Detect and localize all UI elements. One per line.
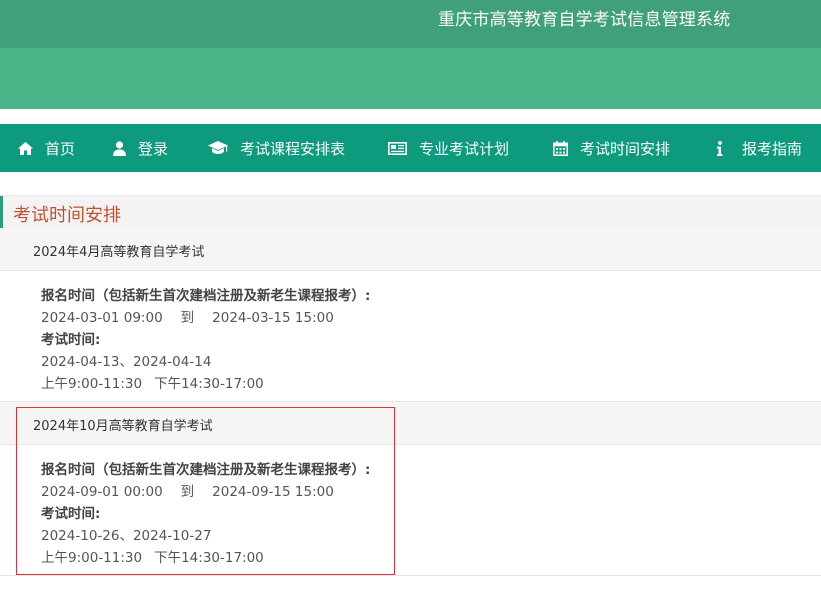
exam-dates: 2024-10-26、2024-10-27	[41, 528, 212, 544]
exam-header: 2024年4月高等教育自学考试	[0, 228, 821, 271]
registration-period: 2024-03-01 09:00 到 2024-03-15 15:00	[41, 306, 334, 326]
registration-label: 报名时间（包括新生首次建档注册及新老生课程报考）:	[41, 288, 371, 304]
site-header: 重庆市高等教育自学考试信息管理系统	[0, 0, 821, 109]
exam-sessions: 上午9:00-11:30 下午14:30-17:00	[41, 546, 264, 566]
nav-item-label: 考试课程安排表	[240, 139, 346, 158]
nav-item-course-schedule[interactable]: 考试课程安排表	[208, 124, 345, 172]
exam-details: 报名时间（包括新生首次建档注册及新老生课程报考）: 2024-09-01 00:…	[0, 445, 821, 576]
nav-item-guide[interactable]: 报考指南	[716, 124, 802, 172]
morning-session: 上午9:00-11:30	[41, 550, 143, 566]
exam-time-section: 考试时间安排 2024年4月高等教育自学考试 报名时间（包括新生首次建档注册及新…	[0, 195, 821, 595]
home-icon	[18, 141, 33, 155]
info-icon	[717, 140, 723, 156]
morning-session: 上午9:00-11:30	[41, 376, 143, 392]
nav-item-major-plan[interactable]: 专业考试计划	[388, 124, 509, 172]
newspaper-icon	[388, 141, 407, 155]
exam-time-label: 考试时间:	[41, 506, 101, 522]
calendar-icon	[553, 140, 568, 156]
graduation-cap-icon	[208, 141, 228, 154]
exam-title: 2024年10月高等教育自学考试	[33, 419, 213, 434]
section-accent-bar	[0, 196, 3, 228]
nav-item-label: 首页	[45, 139, 76, 158]
afternoon-session: 下午14:30-17:00	[154, 550, 264, 566]
registration-start: 2024-03-01 09:00	[41, 310, 163, 326]
to-label: 到	[180, 484, 195, 500]
exam-header: 2024年10月高等教育自学考试	[0, 402, 821, 445]
registration-period: 2024-09-01 00:00 到 2024-09-15 15:00	[41, 480, 334, 500]
section-title: 考试时间安排	[13, 205, 121, 226]
exam-details: 报名时间（包括新生首次建档注册及新老生课程报考）: 2024-03-01 09:…	[0, 271, 821, 402]
registration-label: 报名时间（包括新生首次建档注册及新老生课程报考）:	[41, 462, 371, 478]
afternoon-session: 下午14:30-17:00	[154, 376, 264, 392]
exam-dates: 2024-04-13、2024-04-14	[41, 354, 212, 370]
nav-item-exam-time[interactable]: 考试时间安排	[553, 124, 670, 172]
nav-item-label: 专业考试计划	[419, 139, 510, 158]
nav-item-label: 登录	[138, 139, 169, 158]
main-nav: 首页 登录 考试课程安排表 专业考试计划 考试时间安排 报考指南	[0, 124, 821, 172]
user-icon	[113, 140, 126, 156]
to-label: 到	[180, 310, 195, 326]
nav-item-label: 报考指南	[742, 139, 803, 158]
nav-item-home[interactable]: 首页	[18, 124, 75, 172]
exam-time-label: 考试时间:	[41, 332, 101, 348]
section-header: 考试时间安排	[0, 195, 821, 229]
registration-end: 2024-09-15 15:00	[212, 484, 334, 500]
site-title: 重庆市高等教育自学考试信息管理系统	[438, 10, 731, 30]
exam-sessions: 上午9:00-11:30 下午14:30-17:00	[41, 372, 264, 392]
nav-item-login[interactable]: 登录	[113, 124, 168, 172]
nav-item-label: 考试时间安排	[580, 139, 671, 158]
registration-start: 2024-09-01 00:00	[41, 484, 163, 500]
exam-title: 2024年4月高等教育自学考试	[33, 245, 205, 260]
registration-end: 2024-03-15 15:00	[212, 310, 334, 326]
